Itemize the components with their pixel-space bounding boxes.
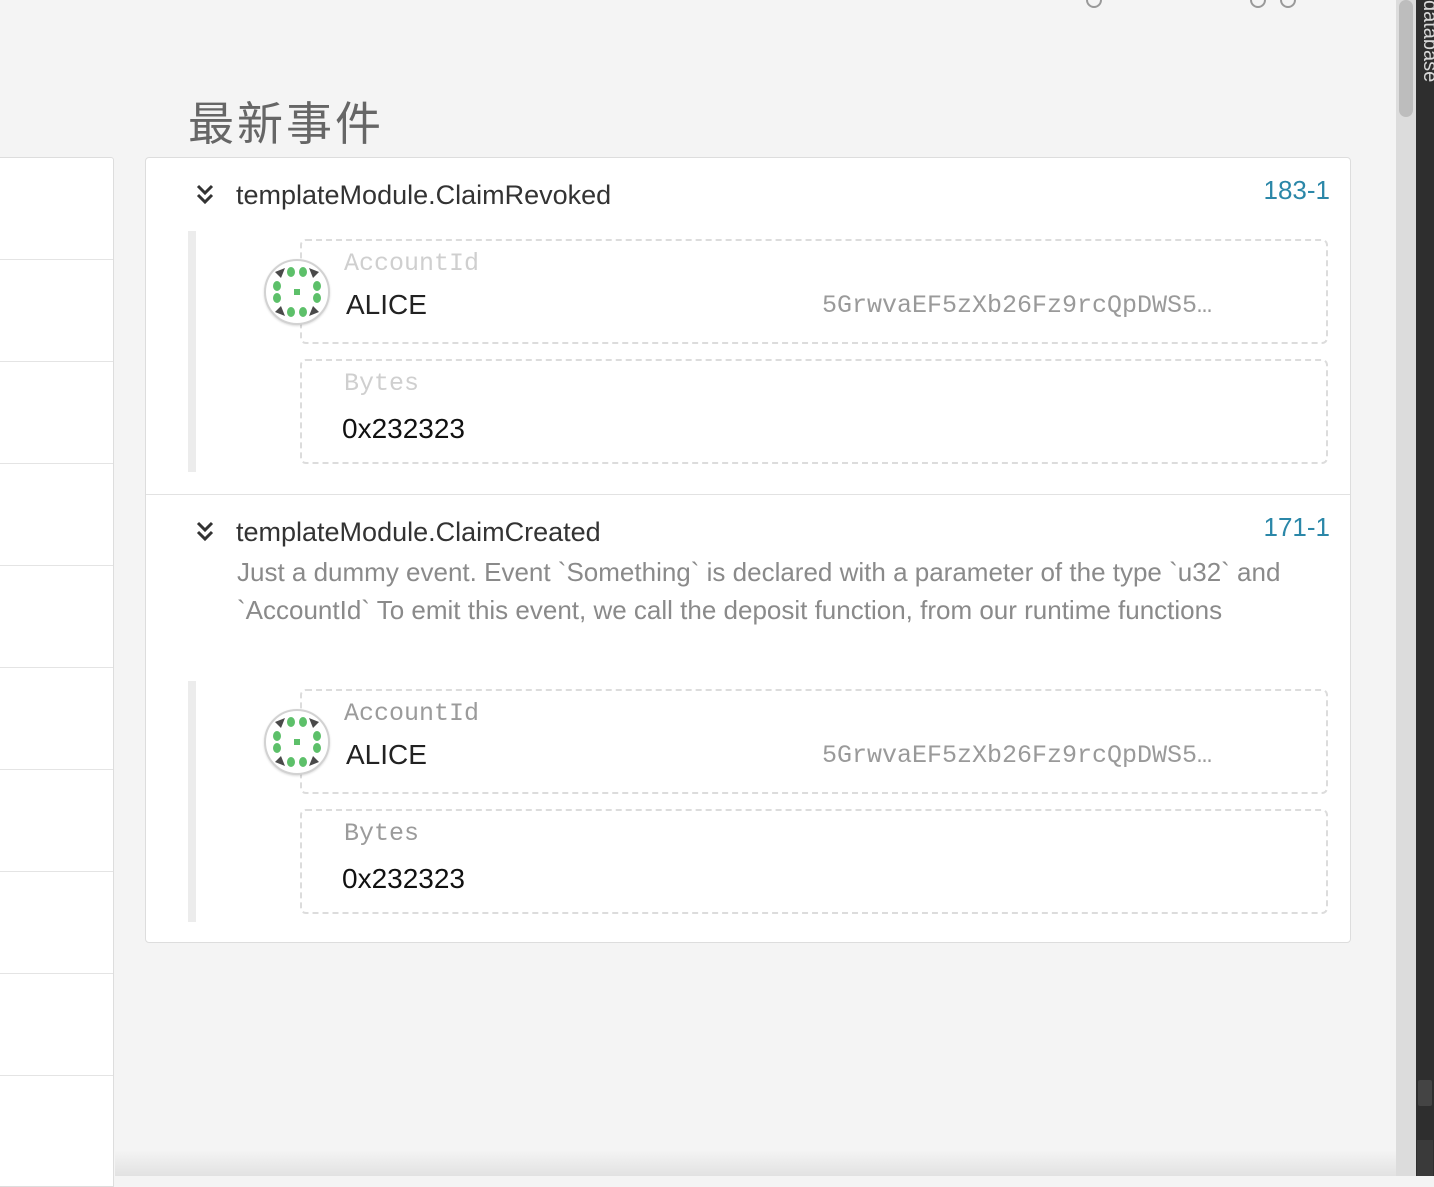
left-list-panel (0, 157, 114, 1187)
side-panel-handle[interactable] (1418, 1080, 1432, 1106)
side-panel-strip (1416, 0, 1434, 1176)
list-row-divider (0, 871, 113, 872)
top-toolbar-icons (1080, 0, 1310, 8)
account-address[interactable]: 5GrwvaEF5zXb26Fz9rcQpDWS5… (822, 291, 1212, 320)
side-panel-icon[interactable] (1417, 1140, 1433, 1176)
toolbar-icon[interactable] (1086, 0, 1102, 8)
list-row-divider (0, 667, 113, 668)
list-row-divider (0, 769, 113, 770)
page-scrollbar[interactable] (1396, 0, 1416, 1176)
param-label: Bytes (344, 369, 420, 398)
list-row-divider (0, 1075, 113, 1076)
identicon-avatar[interactable] (264, 709, 330, 775)
list-row-divider (0, 259, 113, 260)
bytes-value: 0x232323 (342, 413, 466, 444)
scrollbar-thumb[interactable] (1399, 0, 1413, 117)
event-description: Just a dummy event. Event `Something` is… (237, 557, 1281, 625)
event-item: templateModule.ClaimCreated 171-1 Just a… (146, 494, 1350, 945)
param-account: AccountId ALICE 5GrwvaEF5zXb26Fz9rcQpDWS… (300, 239, 1328, 344)
chevron-double-down-icon[interactable] (194, 183, 216, 207)
param-bytes: Bytes 0x232323 (300, 809, 1328, 914)
account-name: ALICE (346, 739, 427, 770)
event-name[interactable]: templateModule.ClaimCreated (236, 517, 601, 548)
list-row-divider (0, 361, 113, 362)
param-account: AccountId ALICE 5GrwvaEF5zXb26Fz9rcQpDWS… (300, 689, 1328, 794)
toolbar-icon[interactable] (1250, 0, 1266, 8)
list-row-divider (0, 973, 113, 974)
param-label: AccountId (344, 249, 480, 278)
toolbar-icon[interactable] (1280, 0, 1296, 8)
param-label: AccountId (344, 699, 480, 728)
account-name: ALICE (346, 289, 427, 320)
bottom-shadow (115, 1150, 1396, 1176)
recent-events-card: templateModule.ClaimRevoked 183-1 Accoun… (145, 157, 1351, 943)
side-panel-tab[interactable]: database (1418, 0, 1434, 82)
params-divider (188, 681, 196, 922)
list-row-divider (0, 463, 113, 464)
param-bytes: Bytes 0x232323 (300, 359, 1328, 464)
chevron-double-down-icon[interactable] (194, 520, 216, 544)
param-label: Bytes (344, 819, 420, 848)
list-row-divider (0, 565, 113, 566)
event-block-link[interactable]: 183-1 (1264, 175, 1331, 206)
event-block-link[interactable]: 171-1 (1264, 512, 1331, 543)
event-item: templateModule.ClaimRevoked 183-1 Accoun… (146, 158, 1350, 494)
account-address[interactable]: 5GrwvaEF5zXb26Fz9rcQpDWS5… (822, 741, 1212, 770)
params-divider (188, 231, 196, 472)
page-title: 最新事件 (188, 97, 384, 151)
bytes-value: 0x232323 (342, 863, 466, 894)
event-name[interactable]: templateModule.ClaimRevoked (236, 180, 611, 211)
identicon-avatar[interactable] (264, 259, 330, 325)
